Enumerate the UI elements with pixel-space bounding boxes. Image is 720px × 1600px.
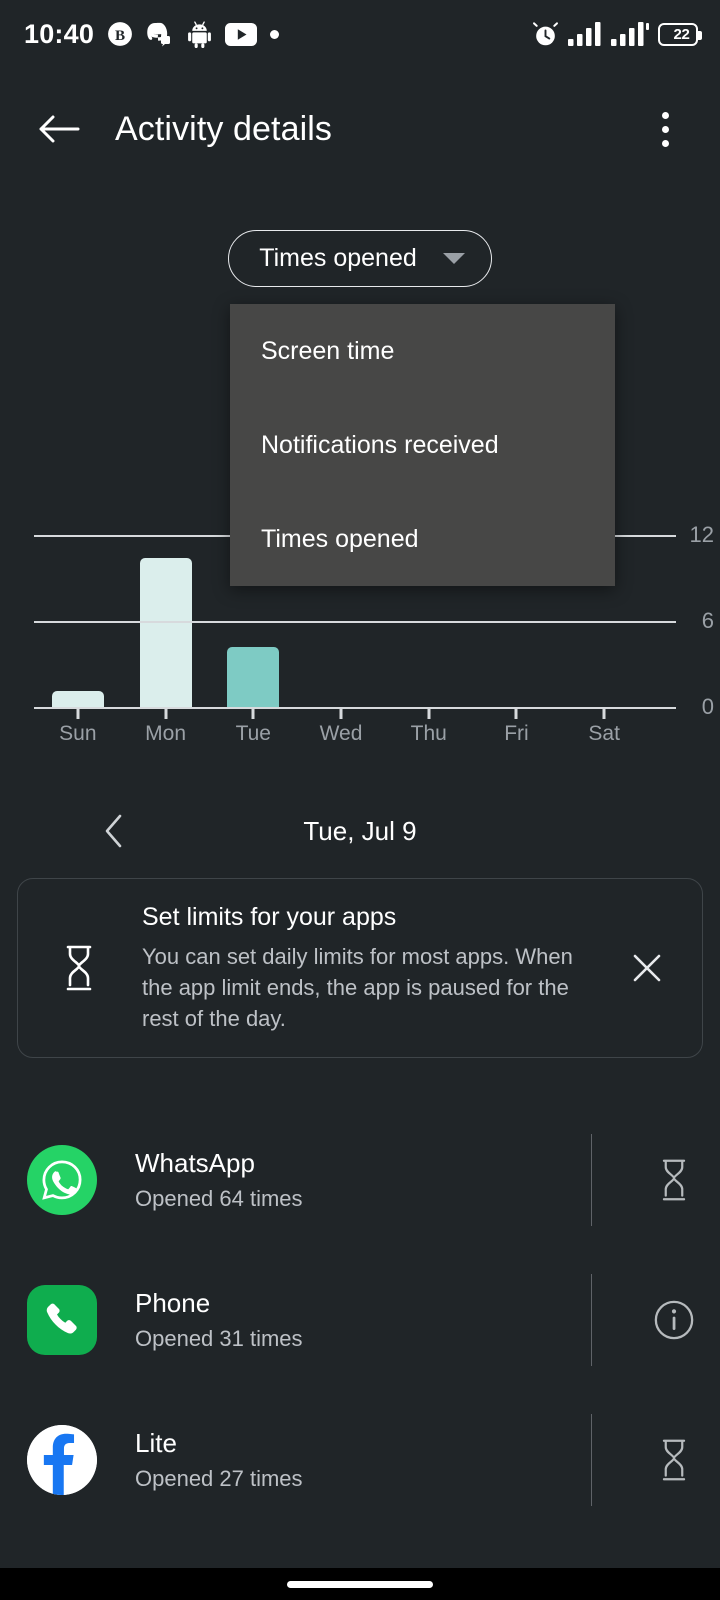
previous-day-button[interactable] [88, 805, 140, 857]
chart-x-label-thu: Thu [410, 722, 447, 745]
close-icon [633, 954, 661, 982]
app-name: Phone [135, 1288, 211, 1318]
chart-y-tick-label: 6 [701, 608, 714, 633]
svg-text:B: B [115, 27, 125, 44]
metric-selector-row: Times opened [0, 230, 720, 287]
metric-selector-chip[interactable]: Times opened [228, 230, 492, 287]
status-bar-left: 10:40 B [24, 18, 280, 50]
back-arrow-icon [39, 115, 80, 143]
chevron-down-icon [442, 253, 465, 264]
more-vert-icon-dot [661, 125, 669, 133]
chart-x-tick [427, 708, 431, 719]
current-date-label: Tue, Jul 9 [303, 815, 417, 846]
info-icon [654, 1300, 694, 1340]
app-icon [27, 1285, 97, 1355]
chart-x-tick [339, 708, 343, 719]
app-usage-row[interactable]: Lite Opened 27 times [0, 1390, 720, 1530]
app-limits-card-title: Set limits for your apps [142, 902, 397, 931]
metric-selector-label: Times opened [259, 244, 417, 272]
whatsapp-icon [27, 1145, 97, 1215]
bitcoin-icon: B [108, 22, 132, 46]
phone-icon [27, 1285, 97, 1355]
app-row-action-button[interactable] [628, 1274, 720, 1366]
chevron-left-icon [105, 814, 122, 848]
app-open-count: Opened 27 times [135, 1466, 303, 1491]
chart-x-label-mon: Mon [145, 722, 186, 745]
activity-details-screen: 10:40 B 22 Activity details Times opened… [0, 0, 720, 1600]
alarm-icon [533, 21, 558, 45]
status-bar-clock: 10:40 [24, 18, 95, 49]
chart-x-tick [251, 708, 255, 719]
dot-icon [270, 29, 280, 39]
back-button[interactable] [24, 94, 94, 164]
chart-x-label-fri: Fri [504, 722, 529, 745]
app-icon [27, 1145, 97, 1215]
chart-bar [51, 691, 104, 707]
app-meta: Lite Opened 27 times [97, 1428, 591, 1492]
status-bar: 10:40 B 22 [0, 0, 720, 68]
app-meta: WhatsApp Opened 64 times [97, 1148, 591, 1212]
app-open-count: Opened 31 times [135, 1326, 303, 1351]
youtube-icon [225, 22, 258, 46]
hourglass-icon [52, 944, 106, 992]
signal-bars-icon [568, 22, 601, 46]
chart-y-tick-label: 0 [701, 694, 714, 719]
chart-x-tick [164, 708, 168, 719]
row-divider [590, 1274, 592, 1366]
facebook-icon [27, 1425, 97, 1495]
chart-x-axis-labels: Sun Mon Tue Wed Thu Fri Sat [34, 722, 648, 746]
app-bar: Activity details [0, 85, 720, 173]
status-bar-right: 22 [532, 21, 702, 48]
chart-x-label-sat: Sat [588, 722, 620, 745]
app-usage-row[interactable]: WhatsApp Opened 64 times [0, 1110, 720, 1250]
app-icon [27, 1425, 97, 1495]
chart-gridline [34, 621, 676, 623]
app-name: Lite [135, 1428, 177, 1458]
menu-item-times-opened[interactable]: Times opened [230, 492, 615, 586]
system-navigation-bar [0, 1568, 720, 1600]
chart-x-label-wed: Wed [319, 722, 363, 745]
row-divider [590, 1414, 592, 1506]
app-open-count: Opened 64 times [135, 1186, 303, 1211]
chart-x-tick [76, 708, 80, 719]
dismiss-info-card-button[interactable] [618, 939, 676, 997]
app-limits-info-card: Set limits for your apps You can set dai… [17, 878, 703, 1058]
chart-gridline [34, 707, 676, 709]
more-options-button[interactable] [640, 98, 690, 160]
android-icon [188, 20, 211, 48]
chart-x-label-tue: Tue [235, 722, 271, 745]
date-navigator: Tue, Jul 9 [0, 800, 720, 862]
more-vert-icon-dot [661, 111, 669, 119]
battery-icon: 22 [658, 22, 702, 46]
chart-x-tick [514, 708, 518, 719]
app-usage-row[interactable]: Phone Opened 31 times [0, 1250, 720, 1390]
chart-x-label-sun: Sun [59, 722, 97, 745]
chart-bar [139, 557, 192, 707]
app-limits-card-description: You can set daily limits for most apps. … [142, 943, 573, 1031]
more-vert-icon-dot [661, 139, 669, 147]
app-row-action-button[interactable] [628, 1134, 720, 1226]
hourglass-icon [662, 1439, 686, 1481]
chart-bar [227, 646, 280, 707]
battery-percent-label: 22 [673, 25, 690, 43]
app-limits-card-body: Set limits for your apps You can set dai… [106, 903, 618, 1034]
chart-y-tick-label: 12 [689, 522, 714, 547]
app-meta: Phone Opened 31 times [97, 1288, 591, 1352]
signal-bars-icon [611, 22, 649, 46]
menu-item-screen-time[interactable]: Screen time [230, 304, 615, 398]
row-divider [590, 1134, 592, 1226]
discord-icon [147, 22, 171, 47]
metric-dropdown-menu[interactable]: Screen time Notifications received Times… [230, 304, 615, 586]
menu-item-notifications-received[interactable]: Notifications received [230, 398, 615, 492]
page-title: Activity details [115, 109, 333, 148]
app-name: WhatsApp [135, 1148, 255, 1178]
hourglass-icon [662, 1159, 686, 1201]
chart-x-tick [602, 708, 606, 719]
app-row-action-button[interactable] [628, 1414, 720, 1506]
app-usage-list: WhatsApp Opened 64 times Phone Opened 31 ti… [0, 1110, 720, 1530]
home-indicator[interactable] [287, 1580, 433, 1588]
